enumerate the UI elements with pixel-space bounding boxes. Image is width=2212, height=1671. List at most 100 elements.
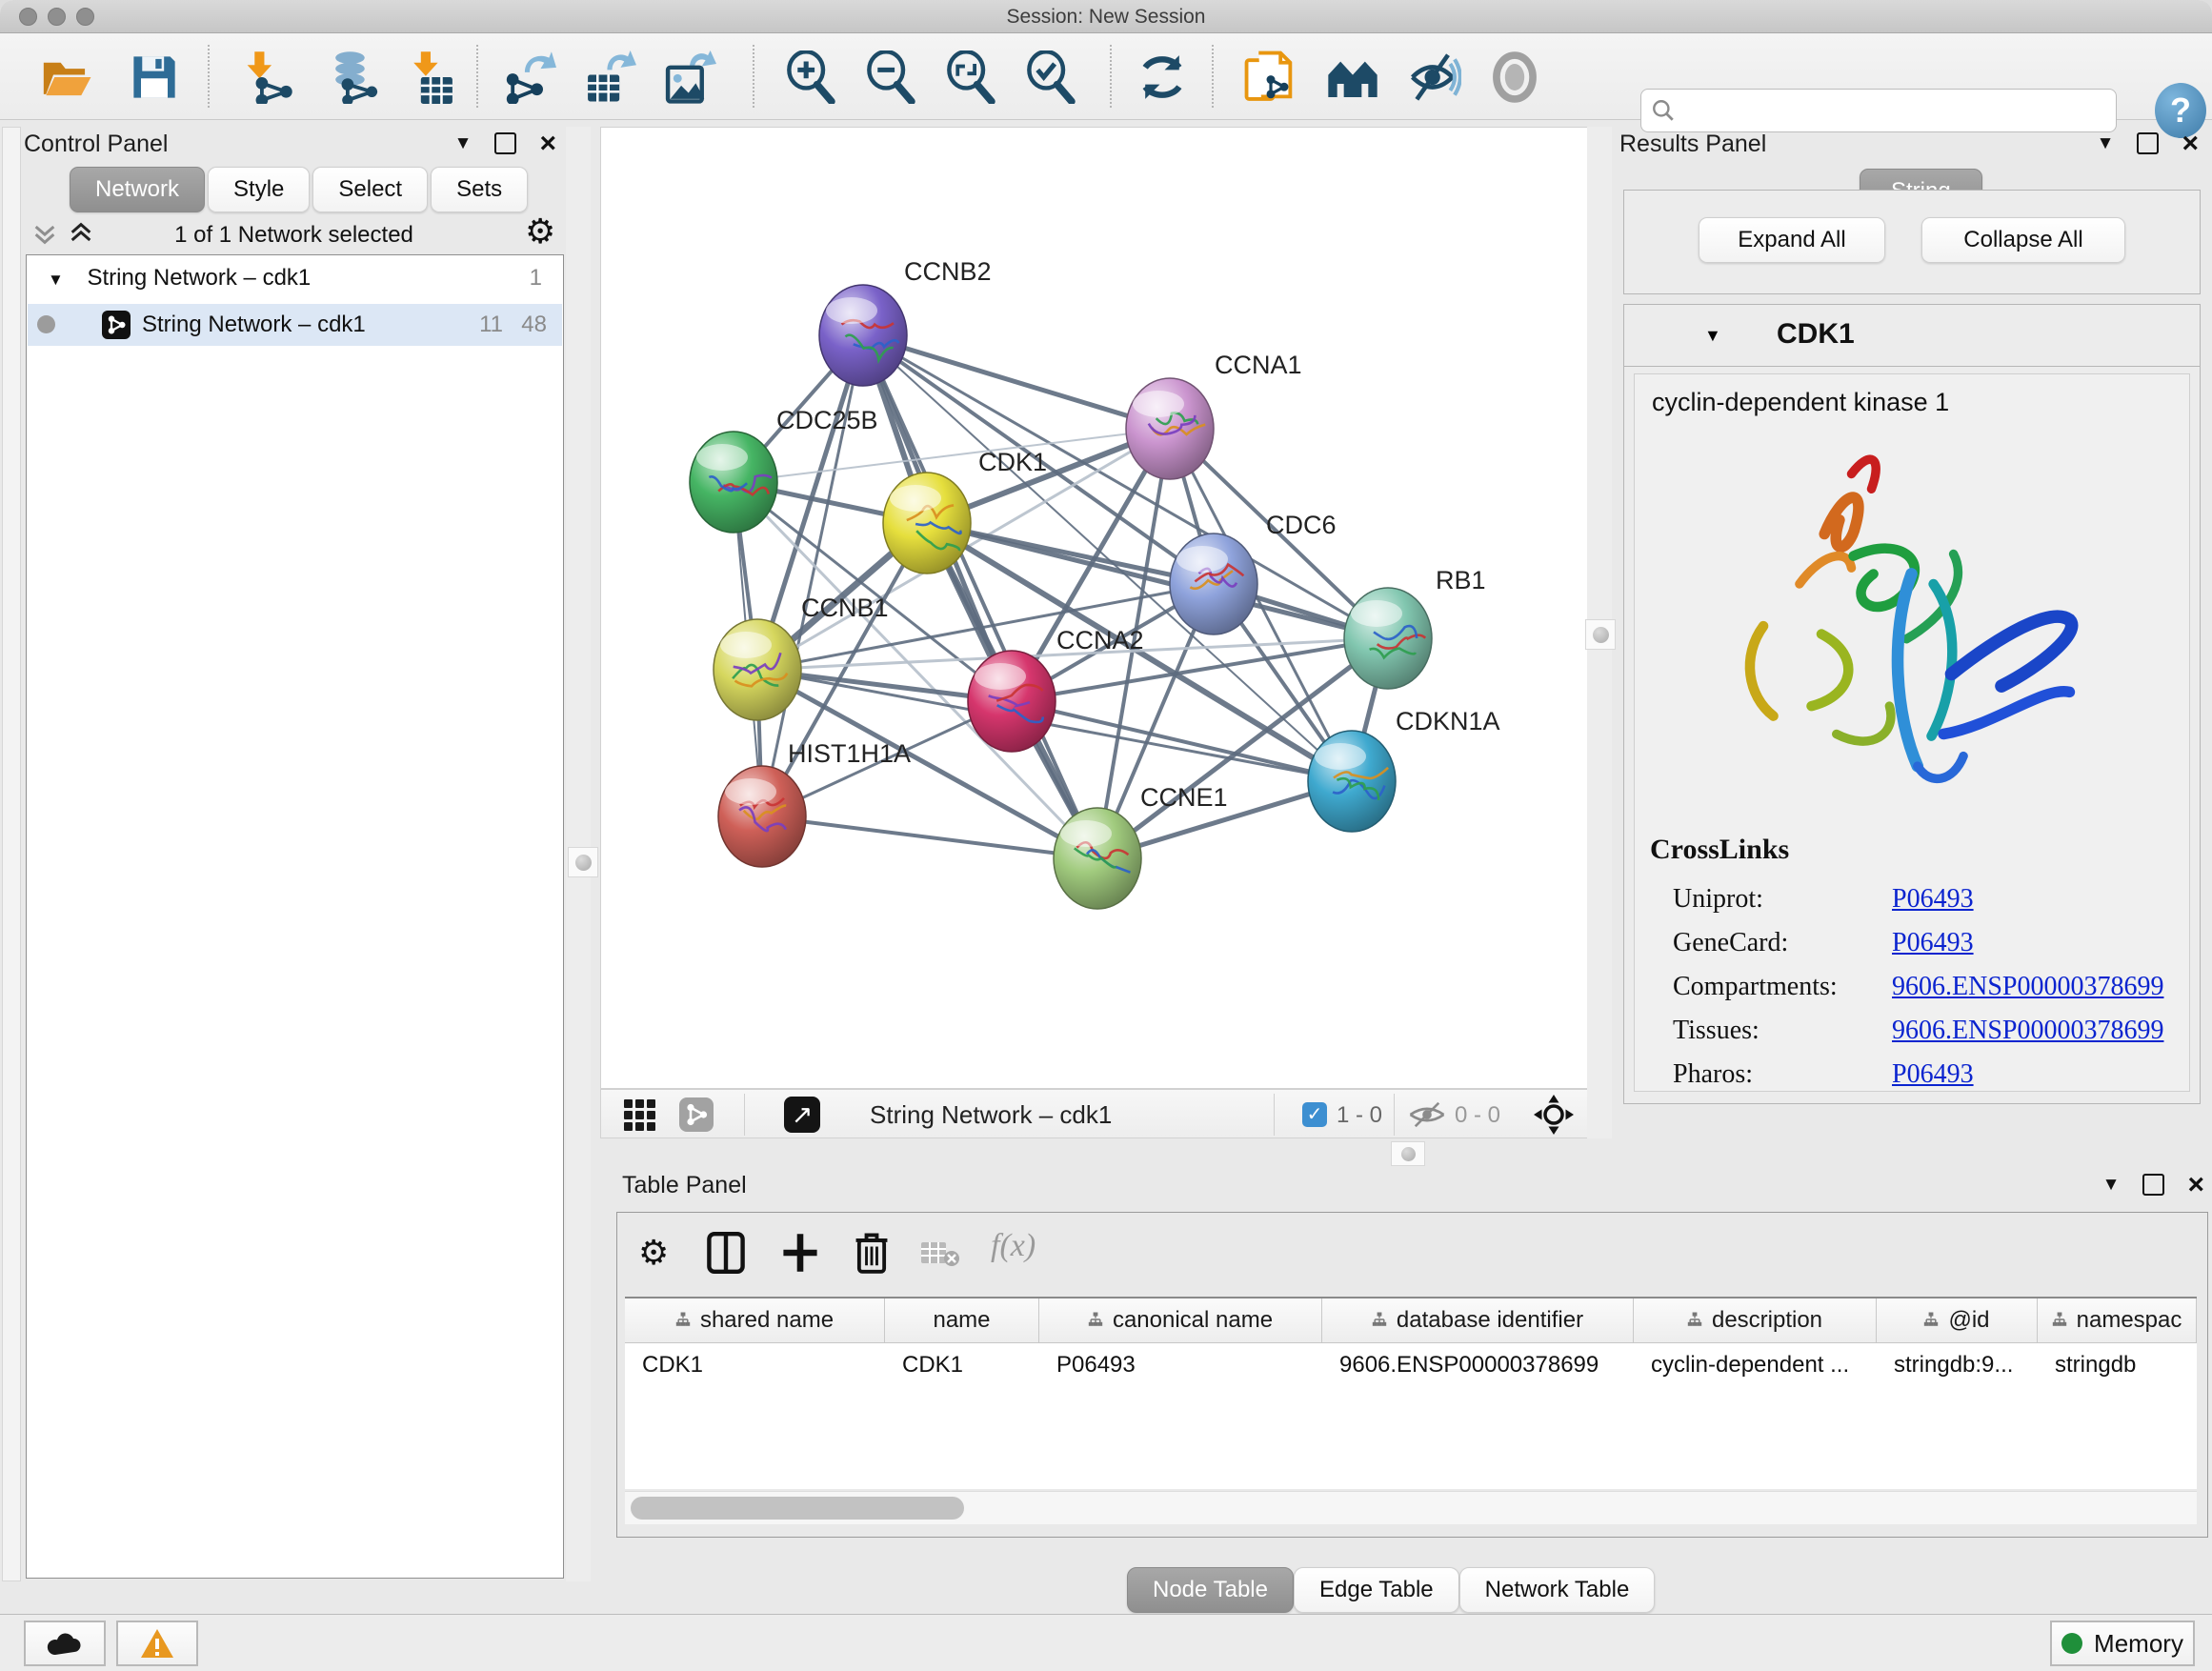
node-rb1[interactable]: [1344, 588, 1432, 689]
tab-network[interactable]: Network: [70, 167, 205, 212]
delete-column-icon[interactable]: [854, 1230, 890, 1274]
network-share-icon[interactable]: [679, 1097, 714, 1132]
edge[interactable]: [927, 523, 1388, 638]
network-view[interactable]: CCNB2CCNA1CDC25BCDK1CDC6RB1CCNB1CCNA2CDK…: [600, 127, 1588, 1089]
import-network-database-icon[interactable]: [326, 50, 379, 104]
left-splitter-handle[interactable]: [568, 847, 598, 877]
tab-edge-table[interactable]: Edge Table: [1294, 1567, 1459, 1613]
results-panel-close-icon[interactable]: ×: [2182, 134, 2199, 152]
tab-node-table[interactable]: Node Table: [1127, 1567, 1294, 1613]
control-panel-close-icon[interactable]: ×: [539, 134, 556, 152]
table-cell[interactable]: CDK1: [885, 1343, 1039, 1387]
birdseye-grid-icon[interactable]: [624, 1099, 655, 1131]
node-cdc25b[interactable]: [690, 432, 777, 533]
crosslink-row: Pharos:P06493: [1673, 1053, 2168, 1097]
fit-selected-crosshair-icon[interactable]: [1533, 1094, 1575, 1136]
tab-select[interactable]: Select: [312, 167, 428, 212]
column-header-canonical-name[interactable]: canonical name: [1039, 1299, 1322, 1342]
node-hist1h1a[interactable]: [718, 766, 806, 867]
crosslink-value-link[interactable]: P06493: [1892, 928, 1974, 958]
zoom-out-icon[interactable]: [863, 50, 916, 104]
edge[interactable]: [1012, 701, 1352, 781]
tab-style[interactable]: Style: [208, 167, 310, 212]
collapse-all-button[interactable]: Collapse All: [1921, 217, 2125, 263]
open-session-icon[interactable]: [40, 50, 93, 104]
edge[interactable]: [863, 335, 1097, 858]
export-table-icon[interactable]: [583, 50, 636, 104]
zoom-selected-icon[interactable]: [1023, 50, 1076, 104]
network-canvas[interactable]: CCNB2CCNA1CDC25BCDK1CDC6RB1CCNB1CCNA2CDK…: [601, 128, 1587, 1088]
network-row-selected[interactable]: String Network – cdk1 11 48: [28, 304, 562, 346]
collapse-triangle-icon[interactable]: ▼: [48, 271, 64, 289]
column-header-name[interactable]: name: [885, 1299, 1039, 1342]
network-view-title: String Network – cdk1: [870, 1100, 1112, 1130]
node-ccnb2[interactable]: [819, 285, 907, 386]
first-neighbors-icon[interactable]: [1326, 50, 1379, 104]
crosslink-value-link[interactable]: P06493: [1892, 1059, 1974, 1090]
gene-collapse-triangle-icon[interactable]: ▼: [1704, 326, 1721, 346]
table-hscrollbar[interactable]: [625, 1491, 2197, 1524]
results-panel-float-icon[interactable]: ▼: [2097, 133, 2115, 154]
import-network-file-icon[interactable]: [240, 50, 293, 104]
node-ccnb1[interactable]: [714, 619, 801, 720]
table-cell[interactable]: cyclin-dependent ...: [1634, 1343, 1877, 1387]
node-cdc6[interactable]: [1170, 534, 1257, 634]
zoom-fit-icon[interactable]: [943, 50, 996, 104]
tab-network-table[interactable]: Network Table: [1459, 1567, 1656, 1613]
control-panel-float-icon[interactable]: ▼: [454, 133, 473, 154]
crosslink-label: Tissues:: [1673, 1016, 1892, 1046]
cloud-button[interactable]: [24, 1621, 106, 1666]
table-cell[interactable]: P06493: [1039, 1343, 1322, 1387]
open-in-window-icon[interactable]: ↗: [784, 1097, 820, 1133]
table-splitter-handle[interactable]: [1391, 1141, 1425, 1166]
tab-sets[interactable]: Sets: [431, 167, 528, 212]
control-panel-maximize-icon[interactable]: [494, 132, 516, 154]
table-hscrollbar-thumb[interactable]: [631, 1497, 964, 1520]
import-table-file-icon[interactable]: [404, 50, 457, 104]
crosslink-value-link[interactable]: 9606.ENSP00000378699: [1892, 1016, 2163, 1046]
zoom-in-icon[interactable]: [783, 50, 836, 104]
crosslink-value-link[interactable]: 9606.ENSP00000378699: [1892, 972, 2163, 1002]
table-row[interactable]: CDK1CDK1P064939606.ENSP00000378699cyclin…: [625, 1343, 2197, 1387]
node-ccne1[interactable]: [1054, 808, 1141, 909]
delete-table-icon[interactable]: [920, 1239, 960, 1268]
table-cell[interactable]: stringdb: [2038, 1343, 2197, 1387]
table-cell[interactable]: 9606.ENSP00000378699: [1322, 1343, 1634, 1387]
function-builder-icon[interactable]: f(x): [991, 1228, 1036, 1264]
toggle-views-icon[interactable]: [1488, 50, 1541, 104]
table-panel-close-icon[interactable]: ×: [2187, 1176, 2204, 1194]
edge[interactable]: [762, 816, 1097, 858]
export-image-icon[interactable]: [663, 50, 716, 104]
table-cell[interactable]: stringdb:9...: [1877, 1343, 2038, 1387]
export-network-icon[interactable]: [503, 50, 556, 104]
table-panel-float-icon[interactable]: ▼: [2102, 1175, 2121, 1196]
column-header--id[interactable]: @id: [1877, 1299, 2038, 1342]
table-settings-gear-icon[interactable]: ⚙: [638, 1236, 669, 1270]
column-header-shared-name[interactable]: shared name: [625, 1299, 885, 1342]
search-input[interactable]: [1676, 97, 2116, 124]
results-panel-maximize-icon[interactable]: [2137, 132, 2159, 154]
selected-nodes-checkbox[interactable]: ✓: [1302, 1102, 1327, 1127]
network-collection-row[interactable]: ▼ String Network – cdk1 1: [27, 265, 563, 305]
table-panel-maximize-icon[interactable]: [2142, 1174, 2164, 1196]
network-options-gear-icon[interactable]: ⚙: [525, 214, 555, 249]
column-header-namespac[interactable]: namespac: [2038, 1299, 2197, 1342]
node-cdkn1a[interactable]: [1308, 731, 1396, 832]
edge[interactable]: [863, 335, 1170, 429]
show-columns-icon[interactable]: [707, 1232, 745, 1274]
node-ccna2[interactable]: [968, 651, 1056, 752]
column-header-database-identifier[interactable]: database identifier: [1322, 1299, 1634, 1342]
clone-network-icon[interactable]: [1244, 50, 1297, 104]
show-hide-icon[interactable]: [1408, 50, 1461, 104]
expand-all-button[interactable]: Expand All: [1699, 217, 1885, 263]
save-session-icon[interactable]: [128, 50, 181, 104]
crosslink-value-link[interactable]: P06493: [1892, 884, 1974, 915]
node-ccna1[interactable]: [1126, 378, 1214, 479]
refresh-icon[interactable]: [1136, 50, 1189, 104]
warnings-button[interactable]: [116, 1621, 198, 1666]
add-column-icon[interactable]: [781, 1232, 819, 1274]
node-cdk1[interactable]: [883, 473, 971, 574]
memory-button[interactable]: Memory: [2050, 1621, 2195, 1666]
table-cell[interactable]: CDK1: [625, 1343, 885, 1387]
column-header-description[interactable]: description: [1634, 1299, 1877, 1342]
